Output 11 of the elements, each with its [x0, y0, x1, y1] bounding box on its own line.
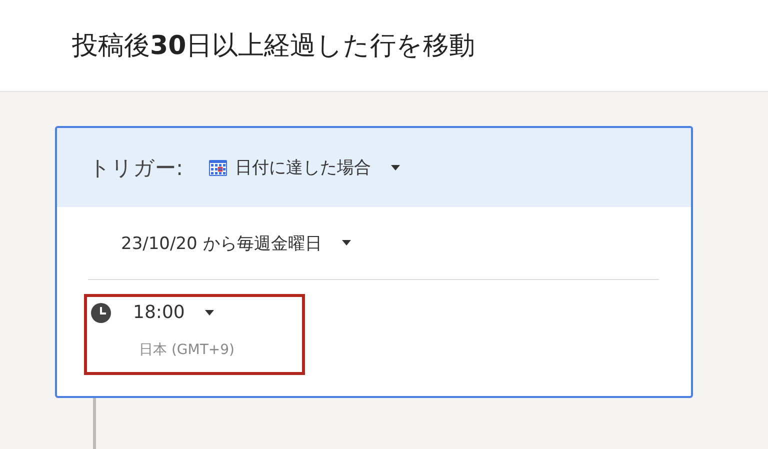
- page-title: 投稿後30日以上経過した行を移動: [72, 30, 476, 63]
- clock-icon: [91, 302, 111, 322]
- time-dropdown[interactable]: 18:00: [133, 302, 214, 323]
- schedule-dropdown[interactable]: 23/10/20 から毎週金曜日: [121, 232, 351, 254]
- caret-icon: [204, 310, 214, 316]
- caret-icon: [391, 164, 400, 170]
- calendar-icon: [209, 160, 228, 176]
- timezone-text: 日本 (GMT+9): [139, 341, 236, 359]
- caret-icon: [342, 240, 351, 246]
- trigger-label: トリガー:: [89, 154, 184, 182]
- trigger-type-dropdown[interactable]: 日付に達した場合: [209, 156, 400, 179]
